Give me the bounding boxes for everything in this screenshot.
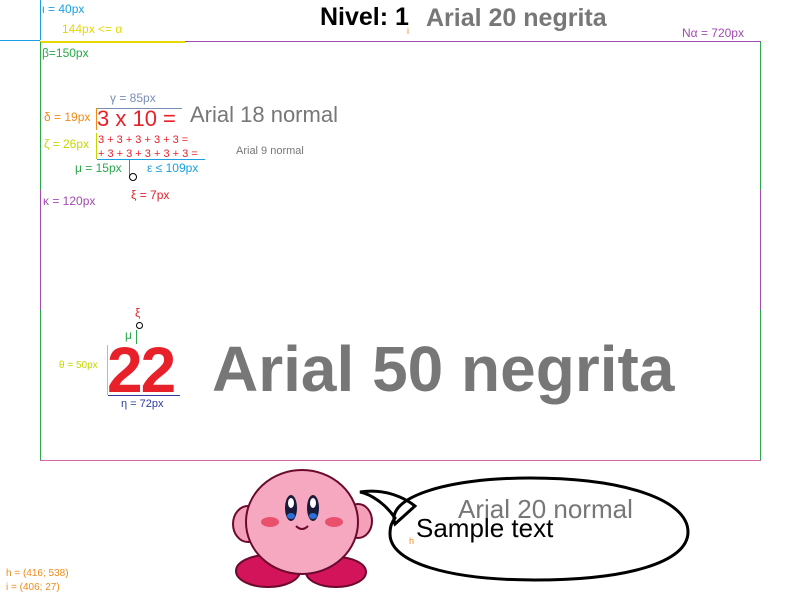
mascot-right-eye-iris bbox=[309, 513, 317, 519]
i-marker: i bbox=[407, 26, 409, 36]
alpha-guide-line bbox=[40, 41, 185, 43]
xi-handle bbox=[129, 173, 137, 181]
delta-label: δ = 19px bbox=[44, 110, 91, 124]
frame-bottom bbox=[40, 460, 761, 461]
h-marker: h bbox=[409, 536, 415, 546]
expansion-line-1: 3 + 3 + 3 + 3 + 3 = bbox=[98, 134, 189, 146]
iota-label: ι = 40px bbox=[42, 2, 85, 16]
mu-label: μ = 15px bbox=[75, 161, 122, 175]
theta-label: θ = 50px bbox=[59, 360, 98, 371]
zeta-label: ζ = 26px bbox=[44, 137, 89, 151]
level-label: Nivel: 1 bbox=[320, 3, 409, 31]
equation-font-note: Arial 18 normal bbox=[190, 102, 338, 127]
eta-label: η = 72px bbox=[121, 398, 164, 410]
corner-guide-vertical bbox=[40, 0, 41, 40]
alpha-label: 144px <= α bbox=[62, 22, 123, 36]
equation: 3 x 10 = bbox=[97, 106, 176, 131]
expansion-font-note: Arial 9 normal bbox=[236, 145, 304, 157]
frame-top bbox=[185, 41, 761, 42]
xi-small-label: ξ bbox=[135, 306, 141, 320]
level-title: Nivel: 1 bbox=[320, 3, 409, 32]
epsilon-label: ε ≤ 109px bbox=[147, 161, 199, 175]
gamma-label: γ = 85px bbox=[110, 91, 156, 105]
mascot-left-eye-shine bbox=[288, 498, 294, 508]
eta-guide bbox=[108, 395, 180, 396]
kappa-label: κ = 120px bbox=[43, 194, 96, 208]
xi-small-handle bbox=[136, 322, 143, 329]
corner-guide-horizontal bbox=[0, 40, 40, 41]
beta-label: β=150px bbox=[42, 46, 89, 60]
level-font-note: Arial 20 negrita bbox=[426, 4, 607, 32]
mascot-right-cheek bbox=[325, 517, 343, 527]
zeta-guide bbox=[96, 133, 97, 159]
kappa-guide bbox=[40, 190, 41, 310]
mascot-right-eye-shine bbox=[310, 498, 316, 508]
n-alpha-label: Nα = 720px bbox=[682, 26, 744, 40]
right-guide bbox=[760, 190, 761, 310]
mascot-left-cheek bbox=[261, 517, 279, 527]
speech-text: Sample text bbox=[416, 513, 554, 543]
coord-h: h = (416; 538) bbox=[6, 568, 69, 579]
coord-i: i = (406; 27) bbox=[6, 582, 60, 593]
expansion-underline bbox=[97, 159, 205, 160]
answer-font-note: Arial 50 negrita bbox=[212, 333, 675, 405]
mascot-left-eye-iris bbox=[287, 513, 295, 519]
xi-label: ξ = 7px bbox=[131, 188, 170, 202]
